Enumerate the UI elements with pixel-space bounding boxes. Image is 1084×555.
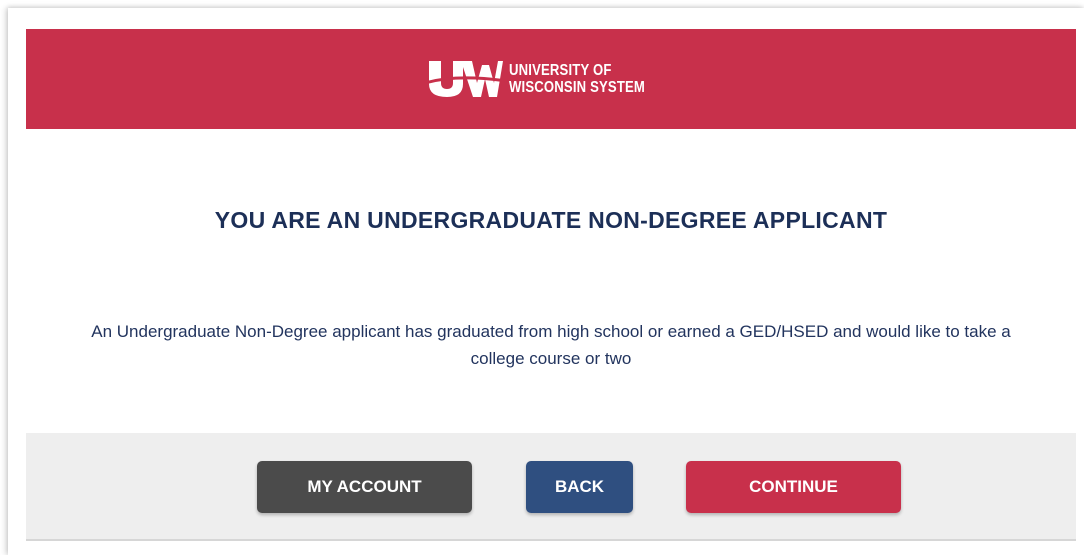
applicant-description: An Undergraduate Non-Degree applicant ha… [91,322,1011,368]
back-button[interactable]: BACK [526,461,633,513]
footer-divider [26,539,1076,541]
logo-line-2: WISCONSIN SYSTEM [509,79,646,96]
uw-system-logo[interactable]: UNIVERSITY OF WISCONSIN SYSTEM [427,59,675,99]
uw-logo-icon [427,61,504,97]
logo-wordmark: UNIVERSITY OF WISCONSIN SYSTEM [509,62,645,96]
continue-button[interactable]: CONTINUE [686,461,901,513]
page: UNIVERSITY OF WISCONSIN SYSTEM YOU ARE A… [0,0,1084,555]
page-title: YOU ARE AN UNDERGRADUATE NON-DEGREE APPL… [214,207,888,233]
header-banner: UNIVERSITY OF WISCONSIN SYSTEM [26,29,1076,129]
my-account-button[interactable]: MY ACCOUNT [257,461,472,513]
logo-line-1: UNIVERSITY OF [509,62,612,79]
